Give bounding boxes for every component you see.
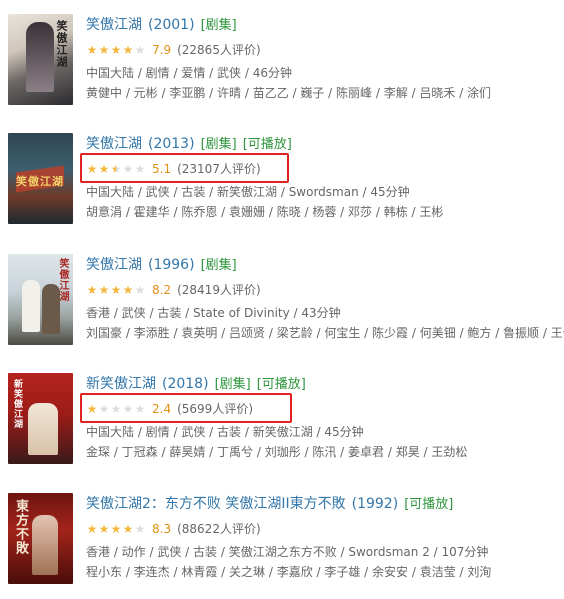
year: (2013) — [148, 136, 195, 152]
cast-info: 胡意涓 / 霍建华 / 陈乔恩 / 袁姗姗 / 陈晓 / 杨蓉 / 邓莎 / 韩… — [86, 205, 444, 219]
star-icon: ★ — [134, 42, 146, 57]
star-icon: ★ — [134, 521, 146, 536]
tag-series[interactable]: [剧集] — [201, 18, 237, 33]
score: 8.2 — [152, 282, 172, 297]
meta-info: 香港 / 武侠 / 古装 / State of Divinity / 43分钟 — [86, 306, 341, 320]
movie-poster-icon[interactable]: 笑傲江湖 — [8, 14, 73, 105]
title-link[interactable]: 笑傲江湖 — [86, 136, 142, 152]
poster-text: 笑傲江湖 — [55, 20, 68, 68]
tag-series[interactable]: [剧集] — [201, 258, 237, 273]
year: (2018) — [162, 376, 209, 392]
tag-playable[interactable]: [可播放] — [404, 497, 453, 512]
result-item[interactable]: 笑傲江湖 笑傲江湖 (1996) [剧集] ★ ★ ★ ★ ★ 8.2 (28419人评价)… — [0, 254, 564, 350]
title-row: 笑傲江湖 (1996) [剧集] — [86, 254, 237, 274]
tag-series[interactable]: [剧集] — [215, 377, 251, 392]
year: (1992) — [351, 496, 399, 512]
star-icon: ★ — [134, 282, 146, 297]
star-icon: ★ — [110, 42, 122, 57]
star-rating: ★ ★ ★ ★ ★ — [86, 44, 146, 56]
vote-count[interactable]: (28419人评价) — [177, 281, 261, 298]
tag-playable[interactable]: [可播放] — [257, 377, 306, 392]
cast-info: 刘国豪 / 李添胜 / 袁英明 / 吕颂贤 / 梁艺龄 / 何宝生 / 陈少霞 … — [86, 326, 564, 340]
movie-poster-icon[interactable]: 笑傲江湖 — [8, 133, 73, 224]
result-item[interactable]: 笑傲江湖 笑傲江湖 (2013) [剧集] [可播放] ★ ★ ★ ★ ★ 5.1 (2310… — [0, 133, 564, 229]
star-rating: ★ ★ ★ ★ ★ — [86, 523, 146, 535]
star-icon: ★ — [122, 521, 134, 536]
poster-text: 東方不敗 — [13, 499, 28, 555]
title-link[interactable]: 笑傲江湖 — [86, 257, 142, 273]
star-rating: ★ ★ ★ ★ ★ — [86, 284, 146, 296]
title-row: 笑傲江湖2：东方不败 笑傲江湖II東方不敗 (1992) [可播放] — [86, 493, 453, 513]
meta-info: 香港 / 动作 / 武侠 / 古装 / 笑傲江湖之东方不败 / Swordsma… — [86, 545, 489, 559]
result-item[interactable]: 東方不敗 笑傲江湖2：东方不败 笑傲江湖II東方不敗 (1992) [可播放] ★ ★… — [0, 493, 564, 589]
cast-info: 程小东 / 李连杰 / 林青霞 / 关之琳 / 李嘉欣 / 李子雄 / 余安安 … — [86, 565, 492, 579]
result-item[interactable]: 笑傲江湖 笑傲江湖 (2001) [剧集] ★ ★ ★ ★ ★ 7.9 (22865人评价)… — [0, 14, 564, 110]
score: 7.9 — [152, 42, 172, 57]
star-icon: ★ — [86, 42, 98, 57]
result-item[interactable]: 新笑傲江湖 新笑傲江湖 (2018) [剧集] [可播放] ★ ★ ★ ★ ★ 2.4 (56… — [0, 373, 564, 469]
meta-info: 中国大陆 / 武侠 / 古装 / 新笑傲江湖 / Swordsman / 45分… — [86, 185, 410, 199]
title-link[interactable]: 新笑傲江湖 — [86, 376, 156, 392]
year: (2001) — [148, 17, 195, 33]
poster-text: 笑傲江湖 — [57, 258, 68, 302]
movie-poster-icon[interactable]: 新笑傲江湖 — [8, 373, 73, 464]
rating-row: ★ ★ ★ ★ ★ 8.3 (88622人评价) — [86, 520, 261, 537]
vote-count[interactable]: (88622人评价) — [177, 520, 261, 537]
star-icon: ★ — [98, 282, 110, 297]
star-icon: ★ — [86, 521, 98, 536]
poster-text: 新笑傲江湖 — [12, 379, 22, 429]
highlight-box — [80, 393, 292, 423]
title-row: 新笑傲江湖 (2018) [剧集] [可播放] — [86, 373, 306, 393]
tag-playable[interactable]: [可播放] — [243, 137, 292, 152]
movie-poster-icon[interactable]: 笑傲江湖 — [8, 254, 73, 345]
meta-info: 中国大陆 / 剧情 / 爱情 / 武侠 / 46分钟 — [86, 66, 292, 80]
star-icon: ★ — [86, 282, 98, 297]
title-row: 笑傲江湖 (2013) [剧集] [可播放] — [86, 133, 292, 153]
search-results-list: 笑傲江湖 笑傲江湖 (2001) [剧集] ★ ★ ★ ★ ★ 7.9 (22865人评价)… — [0, 0, 564, 599]
vote-count[interactable]: (22865人评价) — [177, 41, 261, 58]
poster-text: 笑傲江湖 — [16, 175, 64, 188]
star-icon: ★ — [122, 42, 134, 57]
highlight-box — [80, 153, 289, 183]
meta-info: 中国大陆 / 剧情 / 武侠 / 古装 / 新笑傲江湖 / 45分钟 — [86, 425, 364, 439]
title-link[interactable]: 笑傲江湖 — [86, 17, 142, 33]
star-icon: ★ — [98, 521, 110, 536]
star-icon: ★ — [110, 521, 122, 536]
year: (1996) — [148, 257, 195, 273]
movie-poster-icon[interactable]: 東方不敗 — [8, 493, 73, 584]
title-row: 笑傲江湖 (2001) [剧集] — [86, 14, 237, 34]
rating-row: ★ ★ ★ ★ ★ 8.2 (28419人评价) — [86, 281, 261, 298]
cast-info: 黄健中 / 元彬 / 李亚鹏 / 许晴 / 苗乙乙 / 巍子 / 陈丽峰 / 李… — [86, 86, 492, 100]
cast-info: 金琛 / 丁冠森 / 薛昊婧 / 丁禹兮 / 刘珈彤 / 陈汛 / 姜卓君 / … — [86, 445, 468, 459]
rating-row: ★ ★ ★ ★ ★ 7.9 (22865人评价) — [86, 41, 261, 58]
title-link[interactable]: 笑傲江湖2：东方不败 笑傲江湖II東方不敗 — [86, 496, 346, 512]
star-icon: ★ — [98, 42, 110, 57]
tag-series[interactable]: [剧集] — [201, 137, 237, 152]
star-icon: ★ — [122, 282, 134, 297]
score: 8.3 — [152, 521, 172, 536]
star-icon: ★ — [110, 282, 122, 297]
